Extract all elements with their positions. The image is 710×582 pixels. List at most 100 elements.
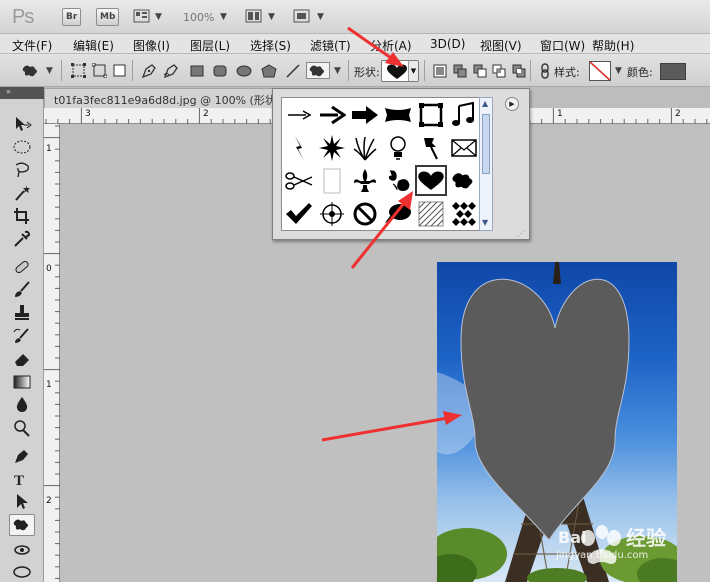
path-selection-icon[interactable] [9, 491, 35, 513]
rectangle-tool-icon[interactable] [188, 62, 205, 79]
ornament-icon[interactable] [382, 165, 414, 196]
menu-window[interactable]: 窗口(W) [540, 37, 585, 54]
custom-shape-tool-icon[interactable] [9, 514, 35, 536]
document-tab[interactable]: t01fa3fec811e9a6d8d.jpg @ 100% (形状 [44, 88, 280, 108]
menu-file[interactable]: 文件(F) [12, 37, 52, 54]
arrow-icon[interactable] [316, 99, 348, 130]
intersect-shape-icon[interactable] [490, 62, 507, 79]
lasso-tool-icon[interactable] [9, 136, 35, 158]
pushpin-icon[interactable] [415, 132, 447, 163]
pen-icon[interactable] [9, 445, 35, 467]
history-brush-icon[interactable] [9, 325, 35, 347]
menu-3d[interactable]: 3D(D) [430, 37, 465, 51]
menu-layer[interactable]: 图层(L) [190, 37, 230, 54]
3d-orbit-icon[interactable] [9, 561, 35, 582]
bridge-button[interactable]: Br [62, 8, 82, 26]
custom-shape-tool-preset-icon[interactable] [20, 62, 42, 79]
style-picker[interactable] [589, 61, 611, 81]
grass-icon[interactable] [349, 132, 381, 163]
scrollbar-thumb[interactable] [482, 114, 490, 174]
shape-layers-icon[interactable] [70, 62, 87, 79]
new-layer-mode-icon[interactable] [431, 62, 448, 79]
square-frame-icon[interactable] [415, 99, 447, 130]
custom-shape-tool-icon[interactable] [306, 62, 330, 79]
lasso-icon[interactable] [9, 159, 35, 181]
speech-bubble-icon[interactable] [382, 198, 414, 229]
chevron-down-icon[interactable]: ▼ [317, 12, 324, 22]
hatch-pattern-icon[interactable] [415, 198, 447, 229]
screen-mode-icon[interactable] [293, 8, 311, 28]
3d-rotate-icon[interactable] [9, 539, 35, 561]
chevron-down-icon[interactable]: ▼ [615, 66, 622, 76]
zoom-level[interactable]: 100% [183, 11, 214, 24]
music-note-icon[interactable] [448, 99, 480, 130]
vertical-ruler[interactable]: 1 0 1 2 [44, 124, 60, 582]
clone-stamp-icon[interactable] [9, 302, 35, 324]
diamond-grid-icon[interactable] [448, 198, 480, 229]
magic-wand-icon[interactable] [9, 182, 35, 204]
menu-image[interactable]: 图像(I) [133, 37, 170, 54]
panel-dock-bar[interactable]: » [0, 87, 44, 99]
menu-analysis[interactable]: 分析(A) [370, 37, 412, 54]
ellipse-tool-icon[interactable] [235, 62, 252, 79]
thin-arrow-icon[interactable] [283, 99, 315, 130]
bold-arrow-icon[interactable] [349, 99, 381, 130]
chevron-down-icon[interactable]: ▼ [155, 12, 162, 22]
fleur-de-lis-icon[interactable] [349, 165, 381, 196]
chevron-down-icon[interactable]: ▼ [46, 66, 53, 76]
chevron-down-icon[interactable]: ▼ [268, 12, 275, 22]
collapse-icon[interactable]: » [6, 87, 11, 96]
eyedropper-icon[interactable] [9, 228, 35, 250]
exclude-shape-icon[interactable] [510, 62, 527, 79]
combine-shape-icon[interactable] [451, 62, 468, 79]
scissors-icon[interactable] [283, 165, 315, 196]
freeform-pen-icon[interactable] [162, 62, 179, 79]
checkmark-icon[interactable] [283, 198, 315, 229]
scroll-up-icon[interactable]: ▲ [482, 99, 488, 108]
arrange-documents-icon[interactable] [245, 8, 263, 28]
move-tool-icon[interactable] [9, 113, 35, 135]
paths-icon[interactable] [91, 62, 108, 79]
lightbulb-icon[interactable] [382, 132, 414, 163]
menu-edit[interactable]: 编辑(E) [73, 37, 114, 54]
fill-pixels-icon[interactable] [111, 62, 128, 79]
menu-help[interactable]: 帮助(H) [592, 37, 634, 54]
rounded-rectangle-icon[interactable] [211, 62, 228, 79]
type-tool-icon[interactable]: T [9, 468, 35, 490]
crop-tool-icon[interactable] [9, 205, 35, 227]
scroll-down-icon[interactable]: ▼ [482, 218, 488, 227]
view-extras-icon[interactable] [133, 8, 151, 28]
eraser-icon[interactable] [9, 348, 35, 370]
starburst-icon[interactable] [316, 132, 348, 163]
line-tool-icon[interactable] [284, 62, 301, 79]
brush-tool-icon[interactable] [9, 279, 35, 301]
chevron-down-icon[interactable]: ▼ [408, 61, 418, 81]
color-swatch[interactable] [660, 63, 686, 80]
healing-brush-icon[interactable] [9, 256, 35, 278]
chevron-down-icon[interactable]: ▼ [334, 66, 341, 76]
link-icon[interactable] [536, 62, 553, 79]
dodge-tool-icon[interactable] [9, 417, 35, 439]
shape-picker-dropdown[interactable]: ▼ [381, 60, 419, 82]
lightning-icon[interactable] [283, 132, 315, 163]
menu-select[interactable]: 选择(S) [250, 37, 291, 54]
blank-page-icon[interactable] [316, 165, 348, 196]
menu-view[interactable]: 视图(V) [480, 37, 522, 54]
banner-icon[interactable] [382, 99, 414, 130]
heart-icon[interactable] [415, 165, 447, 196]
mini-bridge-button[interactable]: Mb [96, 8, 120, 26]
resize-grip-icon[interactable]: ⋰ [517, 229, 525, 238]
envelope-icon[interactable] [448, 132, 480, 163]
polygon-tool-icon[interactable] [260, 62, 277, 79]
chevron-down-icon[interactable]: ▼ [220, 12, 227, 22]
gradient-tool-icon[interactable] [9, 371, 35, 393]
pen-tool-icon[interactable] [140, 62, 157, 79]
target-icon[interactable] [316, 198, 348, 229]
no-sign-icon[interactable] [349, 198, 381, 229]
shape-grid-scrollbar[interactable]: ▲ ▼ [479, 97, 493, 231]
panel-menu-icon[interactable]: ▶ [505, 97, 519, 111]
blur-tool-icon[interactable] [9, 394, 35, 416]
puzzle-icon[interactable] [448, 165, 480, 196]
menu-filter[interactable]: 滤镜(T) [310, 37, 351, 54]
subtract-shape-icon[interactable] [471, 62, 488, 79]
